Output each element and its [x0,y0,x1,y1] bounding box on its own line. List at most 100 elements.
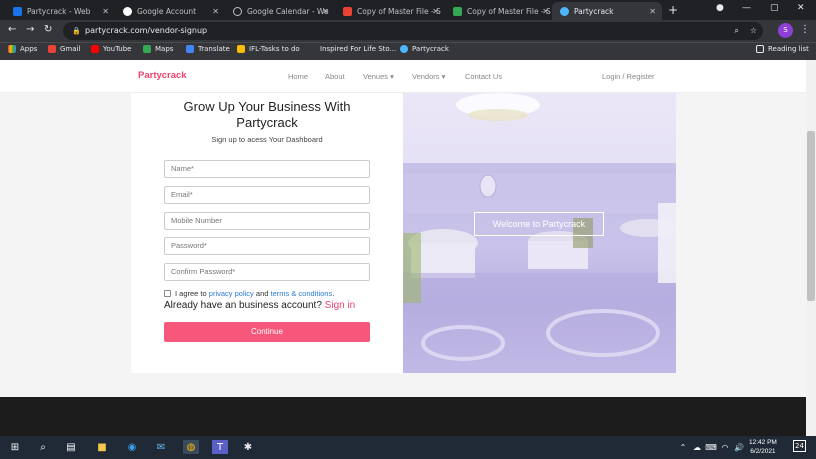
system-clock[interactable]: 12:42 PM 6/2/2021 [749,438,777,456]
agree-text: I agree to [175,289,207,298]
tab-0[interactable]: Partycrack - Web ✕ [5,2,115,20]
partycrack-favicon-icon [560,6,569,16]
notification-icon[interactable]: 24 [793,440,806,452]
windows-start-icon[interactable]: ⊞ [8,440,22,454]
tab-label: Copy of Master File - S [357,6,441,16]
site-footer [0,397,806,436]
tab-3[interactable]: Copy of Master File - S ✕ [335,2,445,20]
bookmark-ifl-tasks[interactable]: IFL-Tasks to do [237,45,300,53]
sign-in-link[interactable]: Sign in [325,300,356,311]
tab-label: Partycrack - Web [27,6,91,16]
nav-home[interactable]: Home [288,72,308,81]
chrome-icon[interactable]: ◍ [183,440,199,454]
form-title-line1: Grow Up Your Business With [183,99,351,114]
close-icon[interactable]: ✕ [432,7,439,16]
keyboard-icon[interactable]: ⌨ [704,440,718,454]
clock-time: 12:42 PM [749,439,777,446]
close-icon[interactable]: ✕ [102,7,109,16]
bookmark-apps[interactable]: Apps [8,45,37,53]
maximize-icon[interactable]: ▢ [770,3,779,13]
reading-list-label: Reading list [768,45,809,53]
maps-icon [143,45,151,53]
login-register-link[interactable]: Login / Register [602,72,655,81]
terms-link[interactable]: terms & conditions [271,289,333,298]
agree-checkbox[interactable] [164,290,171,297]
back-icon[interactable]: ← [8,24,16,35]
tab-1[interactable]: Google Account ✕ [115,2,225,20]
reload-icon[interactable]: ↻ [44,24,52,35]
nav-vendors[interactable]: Vendors ▾ [412,72,445,81]
close-icon[interactable]: ✕ [212,7,219,16]
search-icon[interactable]: ⌕ [36,440,50,454]
teams-icon[interactable]: T [212,440,228,454]
bookmark-label: Partycrack [412,45,449,53]
task-view-icon[interactable]: ▤ [64,440,78,454]
bookmark-label: YouTube [103,45,132,53]
gmail-icon [48,45,56,53]
bookmark-label: Gmail [60,45,81,53]
translate-icon [186,45,194,53]
confirm-password-input[interactable]: Confirm Password* [164,263,370,281]
bookmarks-bar: Apps Gmail YouTube Maps Translate IFL-Ta… [0,42,816,60]
profile-avatar[interactable]: S [778,23,793,38]
close-icon[interactable]: ✕ [542,7,549,16]
privacy-policy-link[interactable]: privacy policy [209,289,254,298]
zoom-search-icon[interactable]: ⌕ [735,22,739,40]
bookmark-gmail[interactable]: Gmail [48,45,80,53]
minimize-icon[interactable]: — [742,3,751,13]
tab-4[interactable]: Copy of Master File - S ✕ [445,2,555,20]
already-account: Already have an business account? Sign i… [164,300,355,311]
mail-icon[interactable]: ✉ [154,440,168,454]
continue-button[interactable]: Continue [164,322,370,342]
tab-favicon-icon [13,6,22,16]
tab-label: Google Calendar - We [247,6,329,16]
venue-image: Welcome to Partycrack [403,93,676,373]
email-input[interactable]: Email* [164,186,370,204]
site-logo[interactable]: Partycrack [138,70,187,81]
tab-5[interactable]: Partycrack ✕ [552,2,662,20]
volume-icon[interactable]: 🔊 [732,440,746,454]
bookmark-label: Translate [198,45,230,53]
tab-label: Copy of Master File - S [467,6,551,16]
bookmark-inspired[interactable]: Inspired For Life Sto... [308,45,396,53]
name-input[interactable]: Name* [164,160,370,178]
menu-dots-icon[interactable]: ⋮ [800,24,810,35]
bookmark-label: Maps [155,45,174,53]
and-text: and [255,289,269,298]
bookmark-youtube[interactable]: YouTube [91,45,131,53]
media-icon[interactable]: ● [716,3,724,13]
tab-2[interactable]: Google Calendar - We ✕ [225,2,335,20]
signup-card: Grow Up Your Business With Partycrack Si… [131,93,676,373]
blank-page-icon [308,45,316,53]
wifi-icon[interactable]: ◠ [718,440,732,454]
bookmark-translate[interactable]: Translate [186,45,230,53]
nav-venues[interactable]: Venues ▾ [363,72,394,81]
google-icon [123,6,132,16]
scrollbar-thumb[interactable] [807,131,815,301]
forward-icon[interactable]: → [26,24,34,35]
site-navbar: Partycrack Home About Venues ▾ Vendors ▾… [0,60,806,93]
bookmark-partycrack[interactable]: Partycrack [400,45,449,53]
close-icon[interactable]: ✕ [322,7,329,16]
nav-contact[interactable]: Contact Us [465,72,502,81]
password-input[interactable]: Password* [164,237,370,255]
bookmark-label: IFL-Tasks to do [249,45,300,53]
cloud-icon[interactable]: ☁ [690,440,704,454]
form-title-line2: Partycrack [236,115,298,130]
file-explorer-icon[interactable]: ■ [95,440,109,454]
nav-about[interactable]: About [325,72,345,81]
mobile-input[interactable]: Mobile Number [164,212,370,230]
star-icon[interactable]: ☆ [750,22,757,40]
close-icon[interactable]: ✕ [649,7,656,16]
address-bar[interactable]: 🔒 partycrack.com/vendor-signup ⌕ ☆ [63,22,763,40]
new-tab-icon[interactable]: + [668,3,678,17]
chevron-up-icon[interactable]: ⌃ [676,440,690,454]
page-viewport: Partycrack Home About Venues ▾ Vendors ▾… [0,60,806,436]
reading-list[interactable]: Reading list [756,45,809,53]
slack-icon[interactable]: ✱ [241,440,255,454]
edge-icon[interactable]: ◉ [125,440,139,454]
lock-icon: 🔒 [72,27,81,35]
bookmark-maps[interactable]: Maps [143,45,173,53]
welcome-button[interactable]: Welcome to Partycrack [474,212,604,236]
close-window-icon[interactable]: ✕ [797,3,805,13]
